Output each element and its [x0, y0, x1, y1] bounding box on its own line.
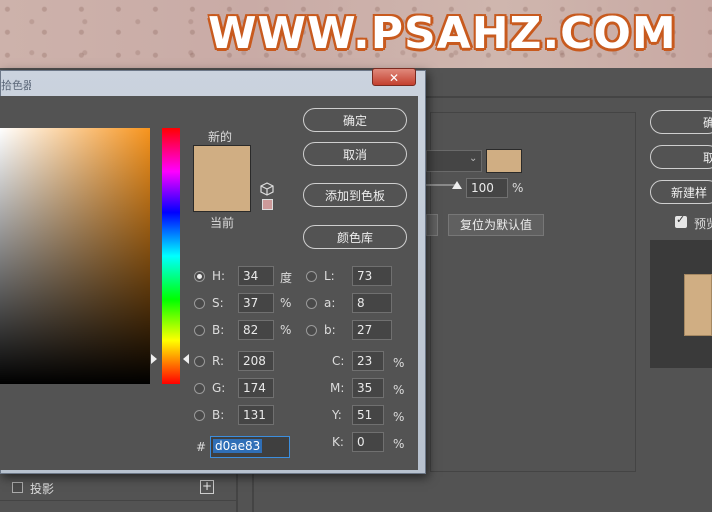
label-b: B: — [212, 323, 225, 337]
close-button[interactable]: ✕ — [372, 68, 416, 86]
opacity-slider-thumb[interactable] — [452, 181, 462, 189]
unit-s: % — [280, 296, 292, 310]
opacity-input[interactable]: 100 — [466, 178, 508, 198]
hue-slider[interactable] — [162, 128, 180, 384]
chevron-down-icon: ⌄ — [469, 153, 478, 164]
saturation-brightness-field[interactable] — [0, 128, 150, 384]
websafe-swatch-icon[interactable] — [262, 199, 273, 210]
input-g[interactable]: 174 — [238, 378, 274, 398]
label-m: M: — [330, 381, 345, 395]
input-lab-b[interactable]: 27 — [352, 320, 392, 340]
blend-mode-select[interactable]: ⌄ — [426, 150, 482, 172]
input-b[interactable]: 82 — [238, 320, 274, 340]
unit-b: % — [280, 323, 292, 337]
preview-thumbnail — [684, 274, 712, 336]
input-s[interactable]: 37 — [238, 293, 274, 313]
drop-shadow-checkbox[interactable] — [12, 482, 23, 493]
add-to-swatches-button[interactable]: 添加到色板 — [303, 183, 407, 207]
radio-lab-b[interactable] — [306, 325, 317, 336]
unit-k: % — [393, 437, 405, 451]
watermark-text: WWW.PSAHZ.COM — [208, 8, 677, 59]
hex-value: d0ae83 — [213, 439, 263, 453]
divider — [426, 96, 712, 98]
radio-r[interactable] — [194, 356, 205, 367]
ok-button-bg[interactable]: 确 — [650, 110, 712, 134]
input-blue[interactable]: 131 — [238, 405, 274, 425]
radio-g[interactable] — [194, 383, 205, 394]
radio-blue[interactable] — [194, 410, 205, 421]
unit-m: % — [393, 383, 405, 397]
input-m[interactable]: 35 — [352, 378, 384, 398]
hex-input[interactable]: d0ae83 — [210, 436, 290, 458]
input-r[interactable]: 208 — [238, 351, 274, 371]
radio-h[interactable] — [194, 271, 205, 282]
new-style-button[interactable]: 新建样 — [650, 180, 712, 204]
label-r: R: — [212, 354, 225, 368]
label-h: H: — [212, 269, 226, 283]
current-color-swatch[interactable] — [193, 179, 251, 212]
cube-icon[interactable] — [260, 182, 274, 196]
drop-shadow-label: 投影 — [30, 482, 55, 496]
unit-h: 度 — [280, 271, 293, 285]
divider — [236, 474, 238, 512]
label-c: C: — [332, 354, 345, 368]
color-libraries-button[interactable]: 颜色库 — [303, 225, 407, 249]
label-lab-b: b: — [324, 323, 336, 337]
opacity-unit: % — [512, 181, 524, 195]
new-color-swatch — [193, 145, 251, 179]
plus-icon[interactable]: + — [200, 480, 214, 494]
unit-c: % — [393, 356, 405, 370]
hue-slider-left-arrow[interactable] — [151, 354, 157, 364]
label-a: a: — [324, 296, 336, 310]
radio-a[interactable] — [306, 298, 317, 309]
check-icon: ✓ — [676, 213, 686, 226]
radio-b[interactable] — [194, 325, 205, 336]
input-l[interactable]: 73 — [352, 266, 392, 286]
label-l: L: — [324, 269, 335, 283]
preview-label: 预览 — [694, 217, 712, 231]
input-k[interactable]: 0 — [352, 432, 384, 452]
dialog-title: 拾色器 — [1, 79, 31, 92]
cancel-button[interactable]: 取消 — [303, 142, 407, 166]
new-color-label: 新的 — [208, 130, 233, 144]
hue-slider-right-arrow[interactable] — [183, 354, 189, 364]
cancel-button-bg[interactable]: 取 — [650, 145, 712, 169]
label-blue: B: — [212, 408, 225, 422]
divider — [252, 474, 254, 512]
label-s: S: — [212, 296, 224, 310]
divider — [0, 500, 236, 501]
unit-y: % — [393, 410, 405, 424]
label-k: K: — [332, 435, 344, 449]
reset-default-button[interactable]: 复位为默认值 — [448, 214, 544, 236]
ok-button[interactable]: 确定 — [303, 108, 407, 132]
input-h[interactable]: 34 — [238, 266, 274, 286]
label-y: Y: — [332, 408, 342, 422]
current-color-label: 当前 — [210, 216, 235, 230]
hex-label: # — [196, 440, 207, 454]
radio-s[interactable] — [194, 298, 205, 309]
input-y[interactable]: 51 — [352, 405, 384, 425]
radio-l[interactable] — [306, 271, 317, 282]
input-a[interactable]: 8 — [352, 293, 392, 313]
make-default-button-partial[interactable] — [426, 214, 438, 236]
preview-checkbox[interactable]: ✓ — [675, 213, 687, 228]
shadow-color-swatch[interactable] — [486, 149, 522, 173]
label-g: G: — [212, 381, 226, 395]
input-c[interactable]: 23 — [352, 351, 384, 371]
